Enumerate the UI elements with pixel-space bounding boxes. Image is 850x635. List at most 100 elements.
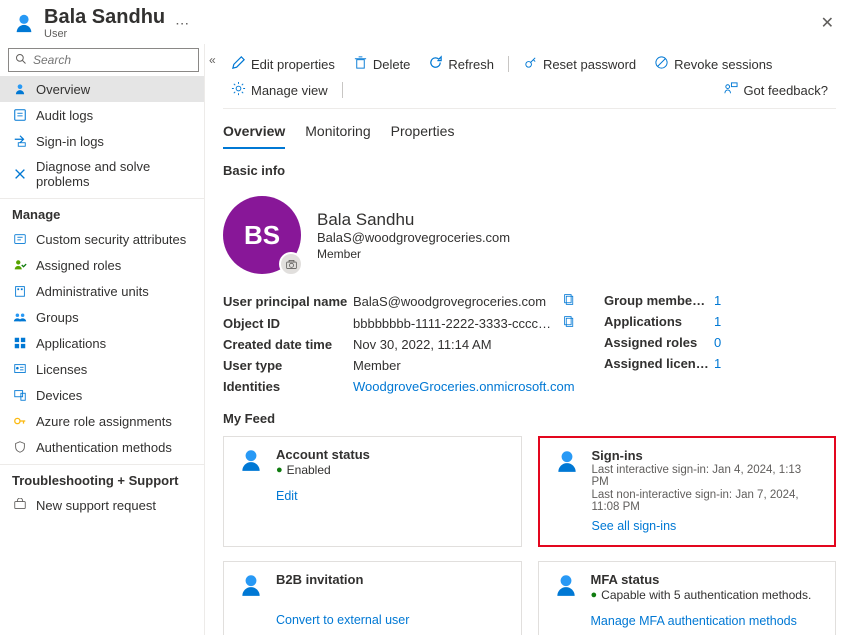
my-feed-heading: My Feed	[223, 411, 836, 426]
manage-view-button[interactable]: Manage view	[223, 78, 336, 102]
cmd-label: Got feedback?	[743, 83, 828, 98]
license-icon	[12, 361, 28, 377]
edit-properties-button[interactable]: Edit properties	[223, 52, 343, 76]
cmd-label: Reset password	[543, 57, 636, 72]
gear-icon	[231, 81, 246, 99]
upn-value: BalaS@woodgrovegroceries.com	[353, 294, 553, 309]
feedback-button[interactable]: Got feedback?	[715, 78, 836, 102]
nav-admin-units[interactable]: Administrative units	[0, 278, 204, 304]
nav-devices[interactable]: Devices	[0, 382, 204, 408]
edit-link[interactable]: Edit	[276, 489, 298, 503]
tab-overview[interactable]: Overview	[223, 119, 285, 149]
trash-icon	[353, 55, 368, 73]
card-title: MFA status	[591, 572, 812, 587]
edit-photo-button[interactable]	[279, 252, 303, 276]
more-menu-button[interactable]: ⋯	[175, 15, 190, 32]
support-icon	[12, 497, 28, 513]
usertype-label: User type	[223, 358, 353, 373]
see-all-signins-link[interactable]: See all sign-ins	[592, 519, 677, 533]
apps-value[interactable]: 1	[714, 314, 836, 329]
card-status: Capable with 5 authentication methods.	[601, 588, 811, 602]
copy-oid-button[interactable]	[563, 315, 576, 331]
nav-new-support-request[interactable]: New support request	[0, 492, 204, 518]
device-icon	[12, 387, 28, 403]
cmd-label: Delete	[373, 57, 411, 72]
profile-type: Member	[317, 247, 510, 261]
refresh-button[interactable]: Refresh	[420, 52, 502, 76]
nav-auth-methods[interactable]: Authentication methods	[0, 434, 204, 460]
tabs: Overview Monitoring Properties	[223, 109, 836, 149]
nav-signin-logs[interactable]: Sign-in logs	[0, 128, 204, 154]
cmd-label: Manage view	[251, 83, 328, 98]
cmd-label: Edit properties	[251, 57, 335, 72]
delete-button[interactable]: Delete	[345, 52, 419, 76]
avatar-initials: BS	[244, 220, 280, 251]
nav-custom-security[interactable]: Custom security attributes	[0, 226, 204, 252]
nav-label: Diagnose and solve problems	[36, 159, 192, 189]
sidebar: « Overview Audit logs Sign-in logs Diagn…	[0, 44, 205, 635]
list-icon	[12, 107, 28, 123]
search-box[interactable]	[8, 48, 199, 72]
nav-label: Azure role assignments	[36, 414, 172, 429]
tag-icon	[12, 231, 28, 247]
nav-azure-roles[interactable]: Azure role assignments	[0, 408, 204, 434]
upn-label: User principal name	[223, 294, 353, 309]
profile-block: BS Bala Sandhu BalaS@woodgrovegroceries.…	[223, 188, 836, 290]
oid-value: bbbbbbbb-1111-2222-3333-cccccccccccc	[353, 316, 553, 331]
convert-link[interactable]: Convert to external user	[276, 613, 409, 627]
profile-name: Bala Sandhu	[317, 210, 510, 230]
nav-assigned-roles[interactable]: Assigned roles	[0, 252, 204, 278]
separator	[508, 56, 509, 72]
reset-password-button[interactable]: Reset password	[515, 52, 644, 76]
manage-mfa-link[interactable]: Manage MFA authentication methods	[591, 614, 797, 628]
identities-label: Identities	[223, 379, 353, 394]
person-check-icon	[12, 257, 28, 273]
people-icon	[12, 309, 28, 325]
tab-monitoring[interactable]: Monitoring	[305, 119, 370, 149]
tab-properties[interactable]: Properties	[391, 119, 455, 149]
key-icon	[523, 55, 538, 73]
nav-audit-logs[interactable]: Audit logs	[0, 102, 204, 128]
cmd-label: Refresh	[448, 57, 494, 72]
person-feedback-icon	[723, 81, 738, 99]
nav-label: Overview	[36, 82, 90, 97]
lic-value[interactable]: 1	[714, 356, 836, 371]
nav-label: Sign-in logs	[36, 134, 104, 149]
nav-diagnose[interactable]: Diagnose and solve problems	[0, 154, 204, 194]
group-value[interactable]: 1	[714, 293, 836, 308]
separator	[342, 82, 343, 98]
nav-licenses[interactable]: Licenses	[0, 356, 204, 382]
nav-label: Audit logs	[36, 108, 93, 123]
roles-value[interactable]: 0	[714, 335, 836, 350]
close-button[interactable]: ✕	[817, 9, 838, 37]
profile-email: BalaS@woodgrovegroceries.com	[317, 230, 510, 245]
nav-applications[interactable]: Applications	[0, 330, 204, 356]
wrench-icon	[12, 166, 28, 182]
nav-label: Licenses	[36, 362, 87, 377]
nav-label: New support request	[36, 498, 156, 513]
identities-value[interactable]: WoodgroveGroceries.onmicrosoft.com	[353, 379, 576, 394]
search-input[interactable]	[31, 52, 192, 68]
shield-icon	[12, 439, 28, 455]
lic-label: Assigned licen…	[604, 356, 714, 371]
page-title: Bala Sandhu	[44, 6, 165, 28]
nav-overview[interactable]: Overview	[0, 76, 204, 102]
copy-upn-button[interactable]	[563, 293, 576, 309]
revoke-sessions-button[interactable]: Revoke sessions	[646, 52, 780, 76]
card-account-status: Account status ●Enabled Edit	[223, 436, 522, 547]
key-icon	[12, 413, 28, 429]
user-icon	[12, 11, 36, 35]
check-icon: ●	[276, 464, 283, 476]
oid-label: Object ID	[223, 316, 353, 331]
signins-line1: Last interactive sign-in: Jan 4, 2024, 1…	[592, 464, 821, 488]
nav-groups[interactable]: Groups	[0, 304, 204, 330]
nav-label: Applications	[36, 336, 106, 351]
grid-icon	[12, 335, 28, 351]
user-icon	[554, 448, 582, 477]
block-icon	[654, 55, 669, 73]
card-title: Account status	[276, 447, 370, 462]
nav-label: Custom security attributes	[36, 232, 186, 247]
refresh-icon	[428, 55, 443, 73]
card-title: B2B invitation	[276, 572, 363, 587]
created-value: Nov 30, 2022, 11:14 AM	[353, 337, 576, 352]
